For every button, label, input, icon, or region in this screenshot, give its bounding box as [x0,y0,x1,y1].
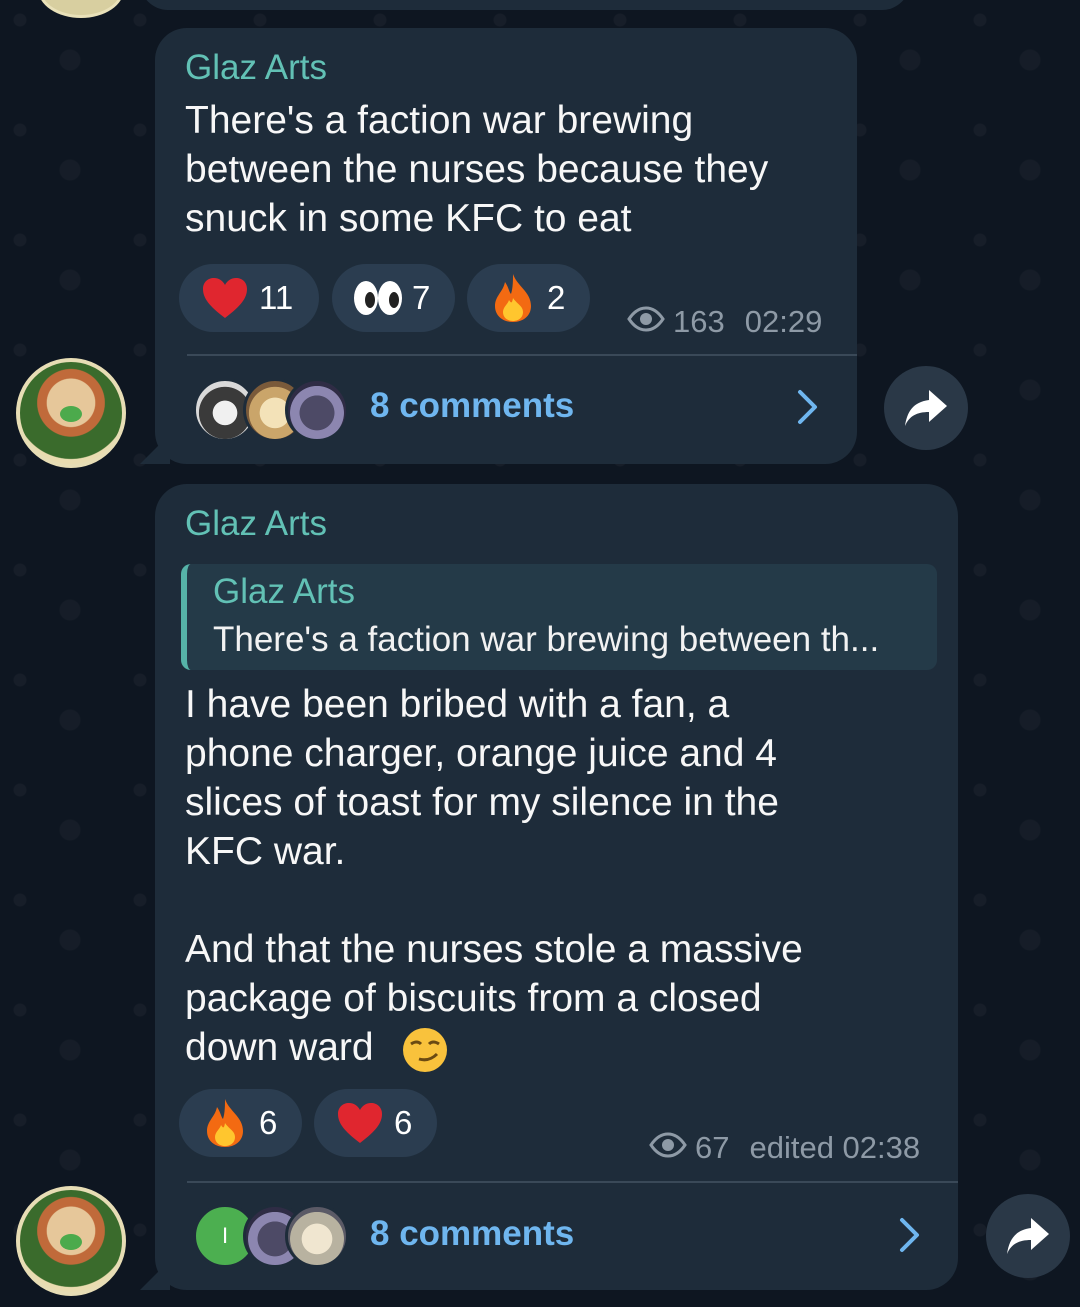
message-meta: 163 02:29 [627,304,822,340]
reaction-fire[interactable]: 6 [179,1089,302,1157]
eyes-icon [352,272,404,324]
share-arrow-icon [1007,1218,1049,1254]
message-text: There's a faction war brewing between th… [185,99,769,240]
comments-label[interactable]: 8 comments [370,1214,574,1254]
reaction-count: 6 [259,1104,278,1141]
chevron-right-icon[interactable] [897,1216,923,1254]
reply-text: There's a faction war brewing between th… [213,620,880,659]
reply-quote[interactable]: Glaz Arts There's a faction war brewing … [181,564,937,670]
sender-name[interactable]: Glaz Arts [185,504,327,544]
message-text: I have been bribed with a fan, a phone c… [185,683,803,1069]
message-bubble[interactable]: Glaz Arts Glaz Arts There's a faction wa… [155,484,958,1290]
comments-button[interactable]: I 8 comments [155,1190,958,1280]
avatar-detail [60,1234,82,1250]
share-button[interactable] [884,366,968,450]
fire-icon [199,1097,251,1149]
sender-name[interactable]: Glaz Arts [185,48,327,88]
reaction-count: 6 [394,1104,413,1141]
commenter-avatar [285,1204,349,1268]
eye-icon [627,304,665,340]
reaction-count: 7 [412,279,431,316]
message-time: 02:29 [744,304,823,339]
share-arrow-icon [905,390,947,426]
chevron-right-icon[interactable] [795,388,821,426]
avatar[interactable] [16,358,126,468]
eye-icon [649,1130,687,1166]
comments-button[interactable]: 8 comments [155,362,857,452]
reply-sender: Glaz Arts [213,572,355,611]
heart-icon [334,1097,386,1149]
commenter-initial: I [221,1223,229,1248]
reaction-eyes[interactable]: 7 [332,264,455,332]
reaction-heart[interactable]: 11 [179,264,319,332]
share-button[interactable] [986,1194,1070,1278]
reaction-fire[interactable]: 2 [467,264,590,332]
message-bubble[interactable]: Glaz Arts There's a faction war brewing … [155,28,857,464]
message-meta: 67 edited 02:38 [649,1130,920,1166]
fire-icon [487,272,539,324]
reaction-count: 11 [259,279,294,316]
divider [187,1181,958,1183]
divider [187,354,857,356]
comments-label[interactable]: 8 comments [370,386,574,426]
avatar[interactable] [16,1186,126,1296]
heart-icon [199,272,251,324]
view-count: 163 [673,304,725,339]
reaction-count: 2 [547,279,566,316]
reaction-heart[interactable]: 6 [314,1089,437,1157]
avatar-detail [60,406,82,422]
smirk-emoji-icon [401,1026,449,1079]
message-time: edited 02:38 [749,1130,921,1165]
view-count: 67 [695,1130,730,1165]
commenter-avatar [285,378,349,442]
previous-message-bubble [140,0,910,10]
